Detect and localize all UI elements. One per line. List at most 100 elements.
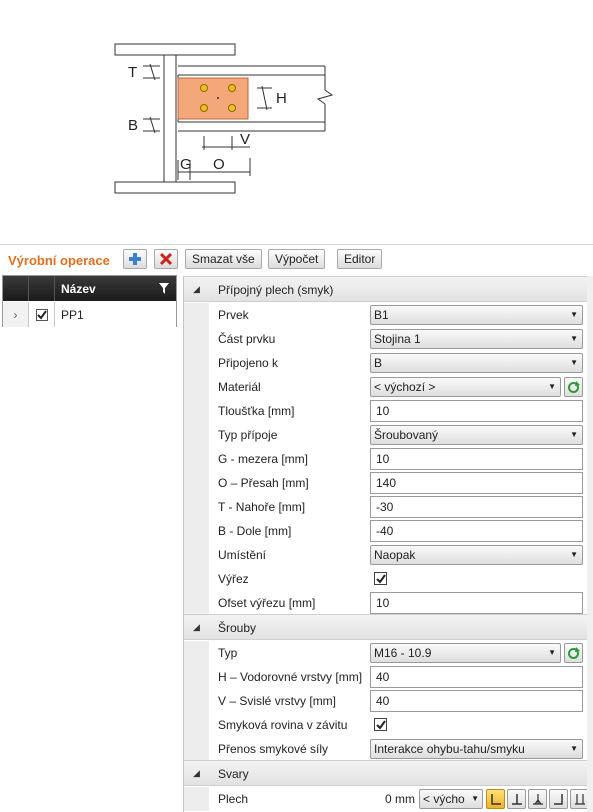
- row-gutter: [184, 689, 209, 713]
- chevron-down-icon: ▼: [471, 794, 479, 803]
- property-input[interactable]: 40: [370, 690, 583, 712]
- delete-all-button[interactable]: Smazat vše: [185, 249, 262, 269]
- property-name: Materiál: [218, 380, 261, 394]
- property-select[interactable]: M16 - 10.9 ▼: [370, 643, 561, 663]
- property-row: Výřez: [184, 567, 587, 591]
- remove-button[interactable]: [154, 249, 178, 269]
- section-welds-label: Svary: [218, 767, 249, 781]
- property-input[interactable]: 10: [370, 400, 583, 422]
- property-row: Typ přípoje Šroubovaný ▼: [184, 423, 587, 447]
- properties-panel: ◢ Přípojný plech (smyk) Prvek B1 ▼ Část p…: [183, 276, 587, 812]
- property-value-cell: B1 ▼: [369, 303, 587, 327]
- property-name: Typ: [218, 646, 238, 660]
- row-gutter: [184, 399, 209, 423]
- property-value-cell: [369, 713, 587, 737]
- property-input[interactable]: -40: [370, 520, 583, 542]
- property-value-cell: 140: [369, 471, 587, 495]
- property-value-cell: Šroubovaný ▼: [369, 423, 587, 447]
- editor-button[interactable]: Editor: [337, 249, 383, 269]
- section-plate-label: Přípojný plech (smyk): [218, 283, 334, 297]
- operations-title: Výrobní operace: [8, 253, 110, 268]
- property-select[interactable]: Interakce ohybu-tahu/smyku ▼: [370, 739, 583, 759]
- property-input[interactable]: 140: [370, 472, 583, 494]
- row-checkbox[interactable]: [35, 308, 48, 321]
- property-row: B - Dole [mm] -40: [184, 519, 587, 543]
- property-row: O – Přesah [mm] 140: [184, 471, 587, 495]
- weld-butt-icon[interactable]: [528, 789, 547, 809]
- property-name: Ofset výřezu [mm]: [218, 596, 316, 610]
- section-bolts[interactable]: ◢ Šrouby: [184, 614, 587, 640]
- section-bolts-label: Šrouby: [218, 621, 257, 635]
- collapse-triangle-icon[interactable]: ◢: [193, 622, 200, 633]
- property-value-cell: -40: [369, 519, 587, 543]
- calculate-button[interactable]: Výpočet: [268, 249, 326, 269]
- filter-icon[interactable]: [159, 283, 169, 294]
- add-button[interactable]: [123, 249, 147, 269]
- row-chevron-icon: ›: [3, 302, 29, 327]
- property-name: Přenos smykové síly: [218, 742, 329, 756]
- header-indicator-cell: [3, 276, 29, 301]
- section-plate[interactable]: ◢ Přípojný plech (smyk): [184, 276, 587, 302]
- property-select[interactable]: < výchozí > ▼: [370, 377, 561, 397]
- row-gutter: [184, 543, 209, 567]
- row-gutter: [184, 641, 209, 665]
- select-value: Naopak: [374, 548, 416, 562]
- property-input[interactable]: -30: [370, 496, 583, 518]
- weld-type-select[interactable]: < výcho ▼: [419, 789, 483, 809]
- property-checkbox[interactable]: [374, 718, 387, 731]
- row-gutter: [184, 591, 209, 615]
- property-select[interactable]: B1 ▼: [370, 305, 583, 325]
- scrollbar[interactable]: [587, 276, 593, 812]
- checkmark-icon: [375, 719, 386, 730]
- section-welds[interactable]: ◢ Svary: [184, 760, 587, 786]
- property-name: B - Dole [mm]: [218, 524, 292, 538]
- property-name: Smyková rovina v závitu: [218, 718, 348, 732]
- property-input[interactable]: 40: [370, 666, 583, 688]
- property-value-cell: -30: [369, 495, 587, 519]
- weld-type-value: < výcho: [423, 792, 465, 806]
- property-name: V – Svislé vrstvy [mm]: [218, 694, 337, 708]
- column-header-name[interactable]: Název: [61, 282, 96, 296]
- weld-name: Plech: [218, 792, 249, 806]
- refresh-button[interactable]: [564, 643, 583, 663]
- property-row: H – Vodorovné vrstvy [mm] 40: [184, 665, 587, 689]
- weld-edge-icon[interactable]: [570, 789, 587, 809]
- operations-grid: Název › PP1: [2, 275, 177, 327]
- property-row: T - Nahoře [mm] -30: [184, 495, 587, 519]
- property-checkbox[interactable]: [374, 572, 387, 585]
- refresh-button[interactable]: [564, 377, 583, 397]
- property-row: V – Svislé vrstvy [mm] 40: [184, 689, 587, 713]
- delete-x-icon: [159, 252, 173, 266]
- dim-label-t: T: [128, 64, 138, 81]
- property-select[interactable]: Stojina 1 ▼: [370, 329, 583, 349]
- select-value: Šroubovaný: [374, 428, 439, 442]
- row-gutter: [184, 787, 209, 811]
- property-name: Výřez: [218, 572, 249, 586]
- property-name: T - Nahoře [mm]: [218, 500, 306, 514]
- property-value-cell: Interakce ohybu-tahu/smyku ▼: [369, 737, 587, 761]
- connection-sketch: [114, 43, 334, 194]
- row-checkbox-cell[interactable]: [29, 302, 55, 327]
- property-input[interactable]: 10: [370, 592, 583, 614]
- weld-size[interactable]: 0 mm: [385, 792, 415, 806]
- weld-double-fillet-icon[interactable]: [507, 789, 526, 809]
- row-gutter: [184, 519, 209, 543]
- collapse-triangle-icon[interactable]: ◢: [193, 284, 200, 295]
- property-name: Prvek: [218, 308, 249, 322]
- property-input[interactable]: 10: [370, 448, 583, 470]
- table-row[interactable]: › PP1: [3, 302, 176, 327]
- property-name: O – Přesah [mm]: [218, 476, 309, 490]
- property-value-cell: 10: [369, 447, 587, 471]
- row-name: PP1: [61, 308, 84, 322]
- row-gutter: [184, 423, 209, 447]
- collapse-triangle-icon[interactable]: ◢: [193, 768, 200, 779]
- property-select[interactable]: Šroubovaný ▼: [370, 425, 583, 445]
- property-row: Materiál < výchozí > ▼: [184, 375, 587, 399]
- property-value-cell: < výchozí > ▼: [369, 375, 587, 399]
- weld-corner-icon[interactable]: [549, 789, 568, 809]
- dim-label-g: G: [180, 156, 192, 173]
- property-select[interactable]: Naopak ▼: [370, 545, 583, 565]
- property-select[interactable]: B ▼: [370, 353, 583, 373]
- property-value-cell: Stojina 1 ▼: [369, 327, 587, 351]
- weld-fillet-icon[interactable]: [486, 789, 505, 809]
